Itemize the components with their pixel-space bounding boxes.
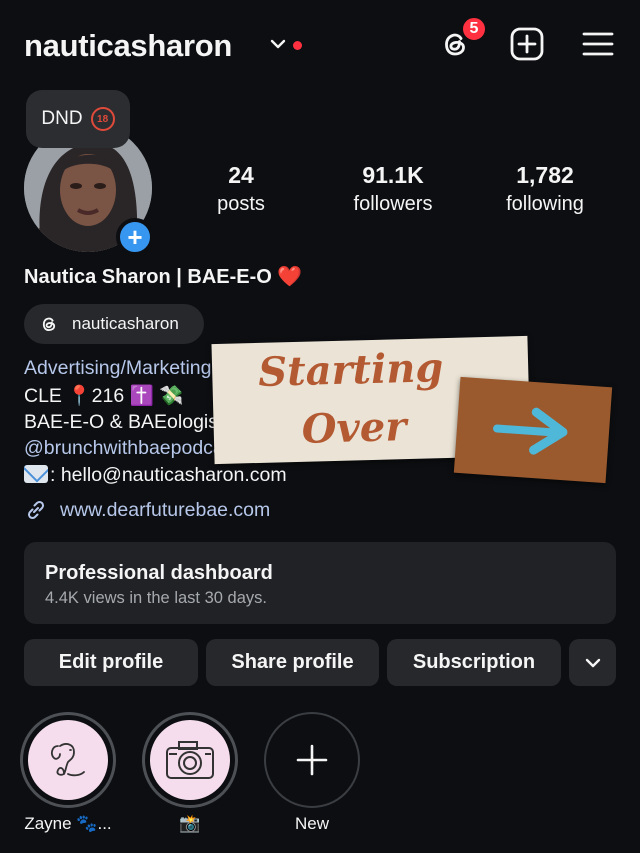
create-post-icon[interactable] bbox=[509, 26, 545, 62]
followers-label: followers bbox=[353, 193, 433, 215]
no-entry-emoji-icon: 18 bbox=[90, 107, 115, 131]
professional-dashboard[interactable]: Professional dashboard 4.4K views in the… bbox=[24, 542, 616, 624]
suggested-accounts-button[interactable] bbox=[569, 639, 616, 686]
account-notification-dot bbox=[293, 41, 302, 50]
link-icon bbox=[27, 500, 45, 520]
bio-category[interactable]: Advertising/Marketing bbox=[24, 357, 212, 380]
highlight-item[interactable]: Zayne 🐾... bbox=[20, 712, 116, 834]
sticker-line-1: Starting bbox=[257, 344, 444, 396]
following-label: following bbox=[506, 193, 584, 215]
bio-mention-link[interactable]: @brunchwithbaepodcast bbox=[24, 437, 239, 460]
dashboard-subtitle: 4.4K views in the last 30 days. bbox=[45, 589, 267, 607]
highlight-label: 📸 bbox=[179, 814, 201, 833]
profile-full-name: Nautica Sharon | BAE-E-O ❤️ bbox=[24, 266, 303, 288]
following-count[interactable]: 1,782 following bbox=[470, 162, 620, 216]
add-story-button[interactable]: + bbox=[116, 218, 154, 256]
new-highlight-ring bbox=[264, 712, 360, 808]
new-highlight-button[interactable]: New bbox=[264, 712, 360, 834]
note-text: DND bbox=[41, 108, 83, 129]
arrow-sticker bbox=[453, 376, 613, 484]
external-link[interactable]: www.dearfuturebae.com bbox=[24, 498, 270, 522]
highlight-label: Zayne 🐾... bbox=[24, 814, 112, 833]
bio-line: CLE 📍216 ✝️ 💸 bbox=[24, 385, 184, 407]
bio-email-line: : hello@nauticasharon.com bbox=[24, 464, 287, 487]
arrow-right-icon bbox=[493, 407, 568, 455]
plus-icon bbox=[296, 744, 328, 776]
posts-count[interactable]: 24 posts bbox=[166, 162, 316, 216]
threads-profile-link[interactable]: nauticasharon bbox=[24, 304, 204, 344]
profile-note[interactable]: DND 18 bbox=[26, 90, 130, 148]
highlight-ring bbox=[142, 712, 238, 808]
threads-handle: nauticasharon bbox=[72, 314, 179, 333]
subscription-button[interactable]: Subscription bbox=[387, 639, 561, 686]
highlight-item[interactable]: 📸 bbox=[142, 712, 238, 834]
highlight-label: New bbox=[294, 814, 329, 833]
share-profile-button[interactable]: Share profile bbox=[206, 639, 379, 686]
followers-count[interactable]: 91.1K followers bbox=[318, 162, 468, 216]
posts-label: posts bbox=[217, 193, 265, 215]
threads-notification-badge: 5 bbox=[461, 16, 487, 42]
edit-profile-button[interactable]: Edit profile bbox=[24, 639, 198, 686]
camera-drawing-icon bbox=[166, 741, 214, 779]
bio-line: BAE-E-O & BAEologist bbox=[24, 411, 224, 433]
bio-email: : hello@nauticasharon.com bbox=[50, 464, 287, 486]
profile-username[interactable]: nauticasharon bbox=[24, 28, 232, 64]
chevron-down-icon[interactable] bbox=[268, 34, 288, 54]
highlight-ring bbox=[20, 712, 116, 808]
dog-drawing-icon bbox=[51, 743, 85, 777]
followers-value: 91.1K bbox=[362, 162, 424, 188]
following-value: 1,782 bbox=[516, 162, 574, 188]
menu-icon[interactable] bbox=[580, 26, 616, 62]
posts-value: 24 bbox=[228, 162, 254, 188]
highlight-cover bbox=[150, 720, 230, 800]
sticker-line-2: Over bbox=[301, 403, 407, 453]
external-link-url: www.dearfuturebae.com bbox=[60, 498, 271, 521]
highlight-cover bbox=[28, 720, 108, 800]
dashboard-title: Professional dashboard bbox=[45, 562, 273, 584]
chevron-down-icon bbox=[585, 658, 600, 667]
threads-icon bbox=[42, 317, 56, 332]
email-icon bbox=[24, 465, 48, 483]
